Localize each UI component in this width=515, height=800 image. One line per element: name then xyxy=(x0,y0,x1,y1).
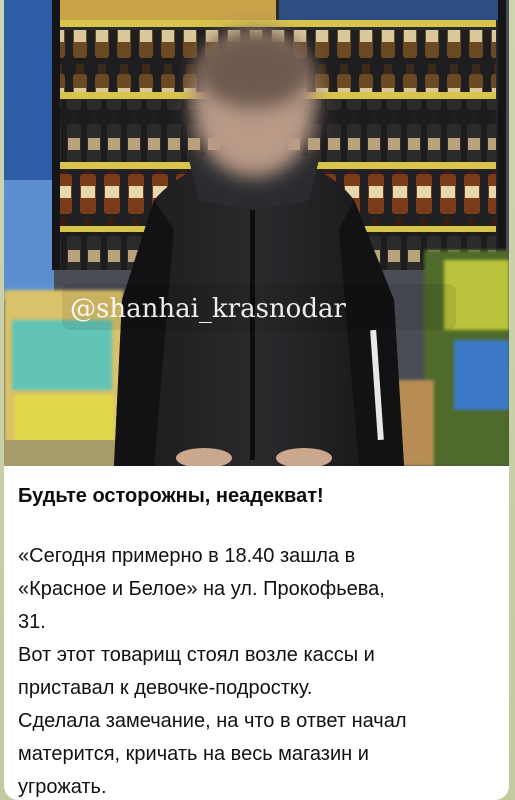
watermark: @shanhai_krasnodar xyxy=(70,294,346,324)
message-line: угрожать. xyxy=(18,776,107,798)
message-line: «Красное и Белое» на ул. Прокофьева, xyxy=(18,578,385,600)
message-line: приставал к девочке-подростку. xyxy=(18,677,313,699)
message-line: Сделала замечание, на что в ответ начал xyxy=(18,710,407,732)
message-bubble: @shanhai_krasnodar Будьте осторожны, неа… xyxy=(4,0,509,800)
message-line: 31. xyxy=(18,611,46,633)
store-photo-with-blurred-person: @shanhai_krasnodar xyxy=(4,0,509,466)
message-photo[interactable]: @shanhai_krasnodar xyxy=(4,0,509,466)
message-line: матерится, кричать на весь магазин и xyxy=(18,743,369,765)
message-text: Будьте осторожны, неадекват! «Сегодня пр… xyxy=(4,466,509,800)
message-title: Будьте осторожны, неадекват! xyxy=(18,485,324,507)
message-line: «Сегодня примерно в 18.40 зашла в xyxy=(18,545,356,567)
message-line: Вот этот товарищ стоял возле кассы и xyxy=(18,644,375,666)
